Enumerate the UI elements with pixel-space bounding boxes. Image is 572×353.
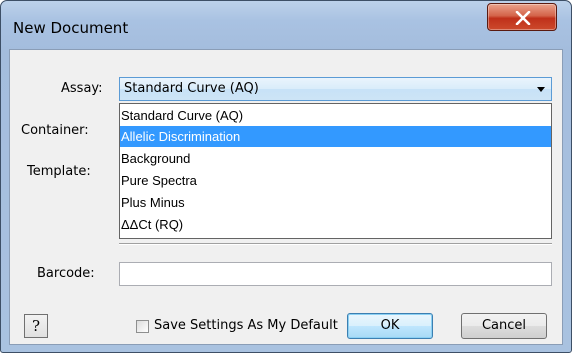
assay-option-background[interactable]: Background bbox=[120, 148, 551, 169]
save-default-checkbox[interactable] bbox=[136, 320, 149, 333]
assay-select[interactable]: Standard Curve (AQ) bbox=[119, 77, 552, 101]
assay-option-ddct-rq[interactable]: ΔΔCt (RQ) bbox=[120, 214, 551, 235]
close-icon bbox=[515, 11, 531, 25]
assay-selected-value: Standard Curve (AQ) bbox=[124, 81, 259, 96]
assay-option-allelic-discrimination[interactable]: Allelic Discrimination bbox=[120, 126, 551, 147]
new-document-dialog: New Document Assay: Standard Curve (AQ) … bbox=[0, 0, 572, 353]
title-bar[interactable]: New Document bbox=[1, 1, 571, 49]
cancel-button[interactable]: Cancel bbox=[461, 313, 547, 339]
assay-option-plus-minus[interactable]: Plus Minus bbox=[120, 192, 551, 213]
barcode-input[interactable] bbox=[119, 262, 552, 286]
separator-line bbox=[119, 243, 552, 245]
dialog-content: Assay: Standard Curve (AQ) Container: Te… bbox=[9, 49, 563, 345]
ok-button[interactable]: OK bbox=[347, 313, 433, 339]
window-title: New Document bbox=[13, 19, 129, 37]
barcode-label: Barcode: bbox=[37, 266, 95, 281]
help-button[interactable]: ? bbox=[24, 314, 48, 338]
chevron-down-icon[interactable] bbox=[537, 87, 545, 92]
assay-option-standard-curve[interactable]: Standard Curve (AQ) bbox=[120, 105, 551, 126]
assay-dropdown-list: Standard Curve (AQ) Allelic Discriminati… bbox=[119, 103, 552, 239]
template-label: Template: bbox=[27, 164, 91, 179]
save-default-checkbox-label[interactable]: Save Settings As My Default bbox=[154, 318, 338, 333]
help-icon: ? bbox=[31, 317, 41, 335]
container-label: Container: bbox=[21, 123, 89, 138]
assay-label: Assay: bbox=[61, 81, 103, 96]
assay-option-pure-spectra[interactable]: Pure Spectra bbox=[120, 170, 551, 191]
close-button[interactable] bbox=[487, 3, 557, 31]
